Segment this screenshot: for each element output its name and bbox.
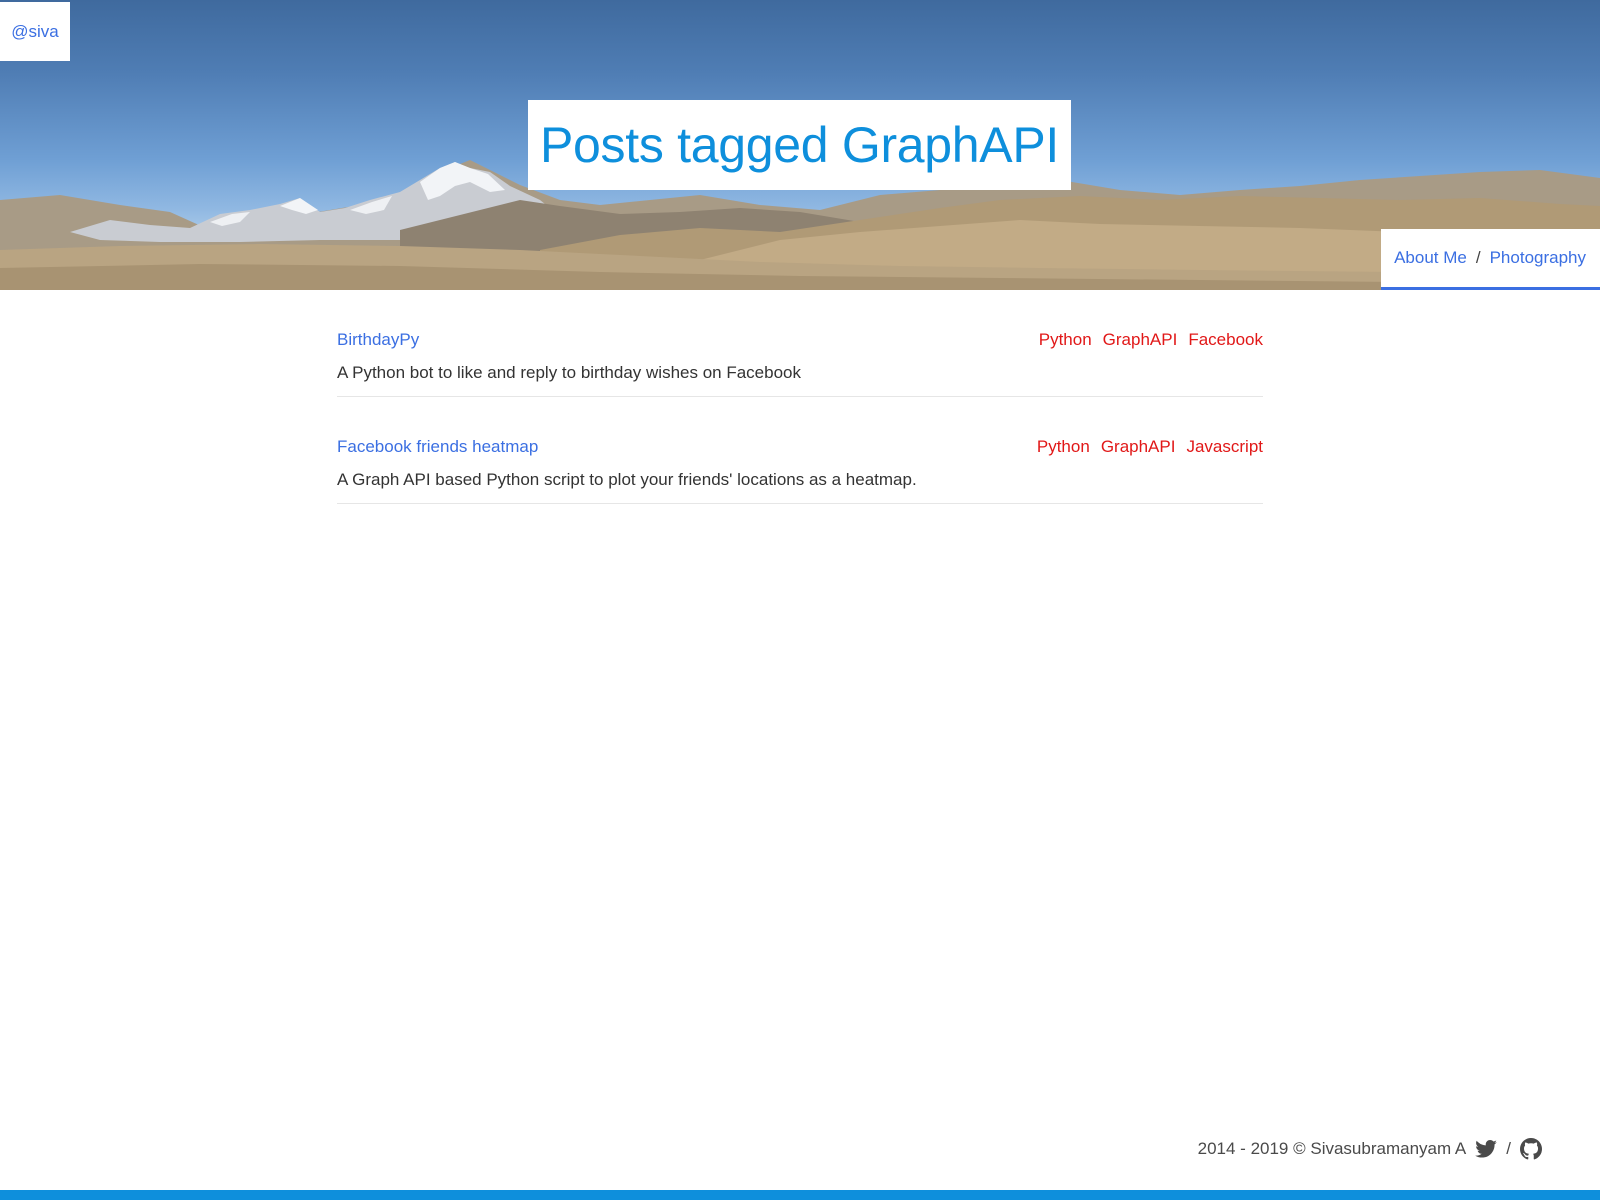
github-icon[interactable] xyxy=(1520,1138,1542,1160)
footer-separator: / xyxy=(1506,1139,1511,1158)
nav-item-about-me[interactable]: About Me xyxy=(1394,248,1467,268)
tag-link-facebook[interactable]: Facebook xyxy=(1188,330,1263,350)
post-tags: Python GraphAPI Javascript xyxy=(1026,437,1263,457)
page: @siva Posts tagged GraphAPI About Me / P… xyxy=(0,0,1600,1200)
post-tags: Python GraphAPI Facebook xyxy=(1028,330,1263,350)
hero-banner: @siva Posts tagged GraphAPI About Me / P… xyxy=(0,0,1600,290)
post-title-link[interactable]: Facebook friends heatmap xyxy=(337,437,538,457)
page-title: Posts tagged GraphAPI xyxy=(539,117,1060,173)
post-list: BirthdayPy Python GraphAPI Facebook A Py… xyxy=(337,290,1263,504)
tag-link-python[interactable]: Python xyxy=(1037,437,1090,457)
post-description: A Graph API based Python script to plot … xyxy=(337,470,917,489)
tag-link-python[interactable]: Python xyxy=(1039,330,1092,350)
post-description: A Python bot to like and reply to birthd… xyxy=(337,363,801,382)
top-nav: About Me / Photography xyxy=(1381,229,1600,290)
bottom-accent-bar xyxy=(0,1190,1600,1200)
post-title-link[interactable]: BirthdayPy xyxy=(337,330,419,350)
brand-link[interactable]: @siva xyxy=(0,2,70,61)
tag-link-graphapi[interactable]: GraphAPI xyxy=(1103,330,1178,350)
list-item: Facebook friends heatmap Python GraphAPI… xyxy=(337,397,1263,504)
twitter-icon[interactable] xyxy=(1475,1140,1498,1158)
tag-link-javascript[interactable]: Javascript xyxy=(1186,437,1263,457)
nav-separator: / xyxy=(1475,248,1481,267)
footer: 2014 - 2019 © Sivasubramanyam A / xyxy=(1198,1136,1542,1162)
nav-item-photography[interactable]: Photography xyxy=(1490,248,1586,268)
copyright-text: 2014 - 2019 © Sivasubramanyam A xyxy=(1197,1139,1467,1158)
list-item: BirthdayPy Python GraphAPI Facebook A Py… xyxy=(337,290,1263,397)
tag-link-graphapi[interactable]: GraphAPI xyxy=(1101,437,1176,457)
page-title-box: Posts tagged GraphAPI xyxy=(528,100,1071,190)
